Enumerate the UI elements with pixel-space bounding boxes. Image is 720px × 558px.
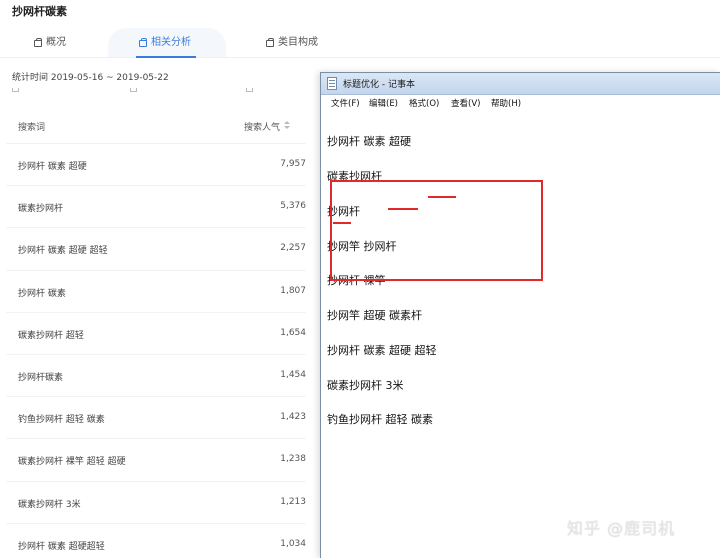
filter-checkbox[interactable] [130,88,137,92]
keyword-cell: 碳素抄网杆 3米 [18,499,81,510]
menu-format[interactable]: 格式(O) [409,97,439,109]
popularity-cell: 1,454 [280,369,306,380]
tab-category-composition[interactable]: 类目构成 [266,28,318,58]
keyword-cell: 抄网杆 碳素 超硬超轻 [18,541,105,552]
keyword-cell: 抄网杆碳素 [18,372,64,383]
popularity-cell: 5,376 [280,201,306,212]
popularity-cell: 1,034 [280,538,306,549]
header-popularity[interactable]: 搜索人气 [244,120,280,133]
table-row[interactable]: 抄网杆 碳素 超硬 7,957 [6,144,306,187]
watermark: 知乎 @鹿司机 [567,519,676,538]
notepad-title: 标题优化 - 记事本 [343,80,415,90]
popularity-cell: 1,423 [280,412,306,423]
text-line: 碳素抄网杆 3米 [327,378,404,392]
popularity-cell: 1,238 [280,454,306,465]
text-line: 钓鱼抄网杆 超轻 碳素 [327,413,433,427]
filter-checkbox[interactable] [246,88,253,92]
keyword-cell: 碳素抄网杆 裸竿 超轻 超硬 [18,457,126,468]
text-line: 抄网竿 超硬 碳素杆 [327,309,422,323]
popularity-cell: 2,257 [280,243,306,254]
tab-label: 概况 [46,37,66,48]
tab-label: 类目构成 [278,37,318,48]
tab-bar: 概况 相关分析 类目构成 [0,28,720,58]
notepad-window[interactable]: 标题优化 - 记事本 文件(F) 编辑(E) 格式(O) 查看(V) 帮助(H)… [320,72,720,558]
filter-row [6,88,320,98]
page-title: 抄网杆碳素 [12,5,67,18]
keyword-cell: 抄网杆 碳素 超硬 超轻 [18,246,108,257]
menu-view[interactable]: 查看(V) [451,97,480,109]
table-row[interactable]: 碳素抄网杆 超轻 1,654 [6,313,306,355]
popularity-cell: 7,957 [280,159,306,169]
highlight-underline [333,222,351,224]
popularity-cell: 1,213 [280,496,306,507]
notepad-icon [327,77,337,90]
notepad-titlebar[interactable]: 标题优化 - 记事本 [321,73,720,95]
keyword-cell: 抄网杆 碳素 [18,288,66,299]
keyword-cell: 碳素抄网杆 [18,204,64,215]
keyword-table: 搜索词 搜索人气 抄网杆 碳素 超硬 7,957 碳素抄网杆 5,376 抄网杆… [6,108,306,558]
checkbox-icon [246,88,253,92]
menu-help[interactable]: 帮助(H) [491,97,521,109]
popularity-cell: 1,654 [280,327,306,338]
menu-edit[interactable]: 编辑(E) [369,97,398,109]
sort-icon[interactable] [284,121,290,130]
menu-file[interactable]: 文件(F) [331,97,360,109]
home-icon [266,37,274,47]
popularity-cell: 1,807 [280,285,306,296]
tab-overview[interactable]: 概况 [34,28,66,58]
notepad-menubar: 文件(F) 编辑(E) 格式(O) 查看(V) 帮助(H) [321,95,720,111]
highlight-underline [428,196,456,198]
tab-related-analysis[interactable]: 相关分析 [139,28,191,58]
checkbox-icon [130,88,137,92]
table-row[interactable]: 抄网杆 碳素 超硬 超轻 2,257 [6,228,306,271]
keyword-cell: 钓鱼抄网杆 超轻 碳素 [18,415,105,426]
table-row[interactable]: 碳素抄网杆 5,376 [6,186,306,229]
active-tab-indicator [136,56,196,58]
text-line: 抄网杆 碳素 超硬 [327,135,411,149]
keyword-cell: 抄网杆 碳素 超硬 [18,162,87,172]
home-icon [139,37,147,47]
keyword-cell: 碳素抄网杆 超轻 [18,330,84,341]
tab-label: 相关分析 [151,37,191,48]
home-icon [34,37,42,47]
table-row[interactable]: 碳素抄网杆 3米 1,213 [6,482,306,524]
header-keyword: 搜索词 [18,123,46,133]
highlight-underline [388,208,418,210]
table-row[interactable]: 抄网杆 碳素 超硬超轻 1,034 [6,524,306,558]
checkbox-icon [12,88,19,92]
table-row[interactable]: 钓鱼抄网杆 超轻 碳素 1,423 [6,397,306,440]
table-row[interactable]: 抄网杆碳素 1,454 [6,355,306,398]
table-row[interactable]: 碳素抄网杆 裸竿 超轻 超硬 1,238 [6,439,306,482]
filter-checkbox[interactable] [12,88,19,92]
table-header: 搜索词 搜索人气 [6,108,306,144]
stat-time: 统计时间 2019-05-16 ~ 2019-05-22 [12,73,169,83]
table-row[interactable]: 抄网杆 碳素 1,807 [6,271,306,313]
text-line: 抄网杆 碳素 超硬 超轻 [327,343,437,357]
